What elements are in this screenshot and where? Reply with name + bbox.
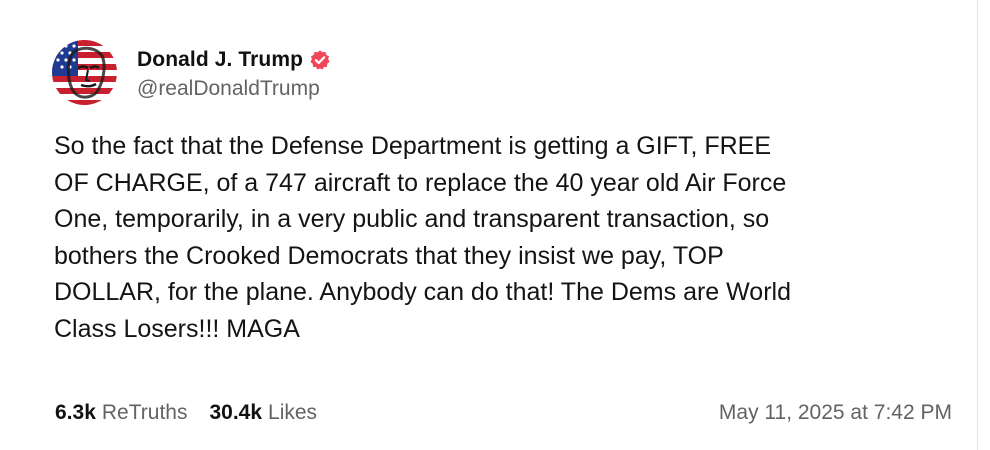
post-timestamp[interactable]: May 11, 2025 at 7:42 PM <box>719 401 952 425</box>
retruths-label: ReTruths <box>101 401 188 424</box>
user-handle[interactable]: @realDonaldTrump <box>137 77 331 101</box>
retruths-count: 6.3k <box>55 401 96 424</box>
name-row: Donald J. Trump <box>137 45 331 75</box>
likes-label: Likes <box>268 401 318 424</box>
author-names: Donald J. Trump @realDonaldTrump <box>137 45 331 101</box>
verified-badge-icon <box>309 49 331 71</box>
post-header: Donald J. Trump @realDonaldTrump <box>52 40 331 105</box>
post-line: OF CHARGE, of a 747 aircraft to replace … <box>54 168 787 197</box>
likes-stat[interactable]: 30.4k Likes <box>209 401 317 425</box>
avatar-image <box>52 40 117 105</box>
post-footer: 6.3k ReTruths 30.4k Likes May 11, 2025 a… <box>55 401 952 425</box>
post-line: DOLLAR, for the plane. Anybody can do th… <box>54 278 791 306</box>
post-line: So the fact that the Defense Department … <box>54 132 772 160</box>
retruths-stat[interactable]: 6.3k ReTruths <box>55 401 187 425</box>
post-body: So the fact that the Defense Department … <box>54 128 934 347</box>
likes-count: 30.4k <box>209 401 263 424</box>
post-line: bothers the Crooked Democrats that they … <box>54 241 724 270</box>
avatar[interactable] <box>52 40 117 105</box>
display-name[interactable]: Donald J. Trump <box>137 48 303 72</box>
post-line: One, temporarily, in a very public and t… <box>54 205 770 233</box>
post-line: Class Losers!!! MAGA <box>54 314 300 343</box>
post-card: Donald J. Trump @realDonaldTrump So the … <box>0 0 978 450</box>
